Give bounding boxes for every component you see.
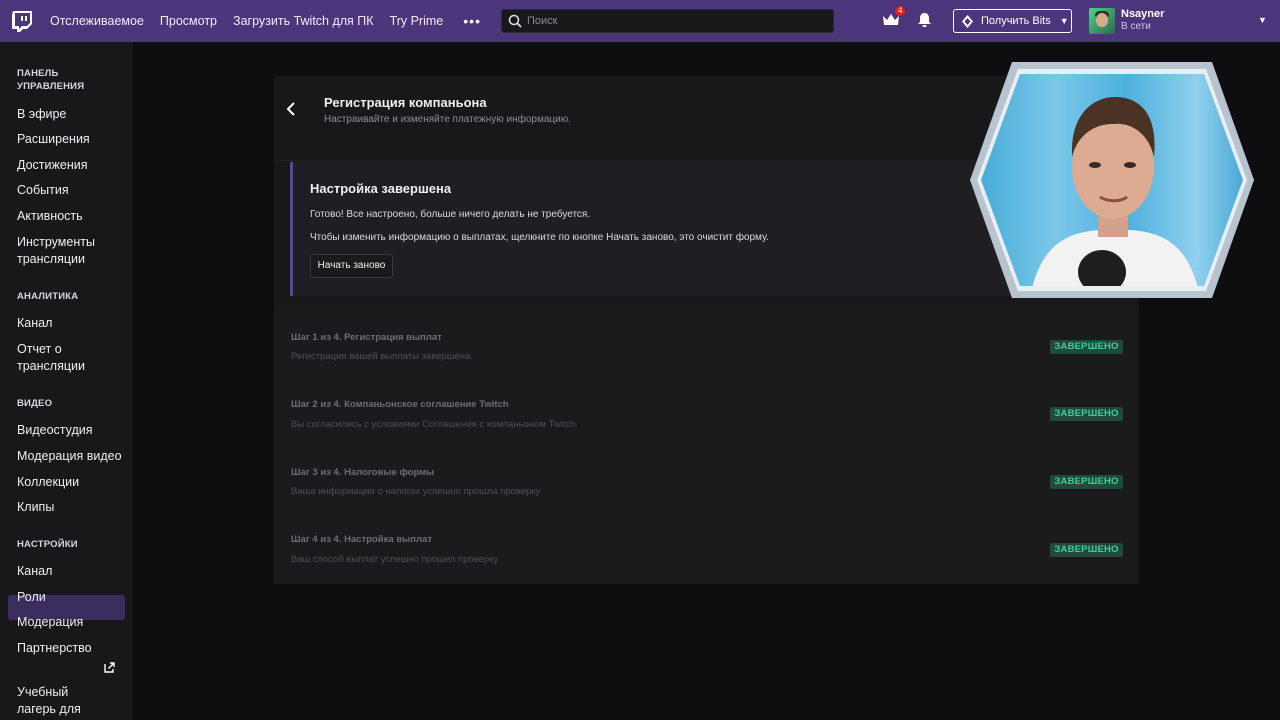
search-box[interactable] (500, 9, 834, 33)
step-4-title: Шаг 4 из 4. Настройка выплат (291, 534, 432, 545)
search-input[interactable] (526, 15, 817, 27)
step-3-description: Ваша информация о налогах успешно прошла… (291, 486, 541, 497)
sidebar-item-roles[interactable]: Роли (17, 589, 46, 606)
sidebar-item-live[interactable]: В эфире (17, 106, 66, 123)
user-status: В сети (1121, 21, 1151, 32)
search-icon (508, 14, 522, 28)
step-2-status-badge: ЗАВЕРШЕНО (1050, 407, 1123, 421)
user-menu-chevron-icon[interactable]: ▼ (1258, 15, 1267, 25)
more-menu-icon[interactable]: ••• (463, 13, 481, 29)
sidebar-item-stream-tools[interactable]: Инструменты трансляции (17, 234, 117, 268)
get-bits-label: Получить Bits (981, 15, 1051, 27)
step-3-title: Шаг 3 из 4. Налоговые формы (291, 467, 435, 478)
twitch-logo-icon[interactable] (11, 10, 33, 32)
webcam-overlay (970, 62, 1254, 298)
sidebar-item-extensions[interactable]: Расширения (17, 131, 90, 148)
step-4-status-badge: ЗАВЕРШЕНО (1050, 543, 1123, 557)
step-3-status-badge: ЗАВЕРШЕНО (1050, 475, 1123, 489)
step-1-description: Регистрация вашей выплаты завершена. (291, 351, 473, 362)
setup-complete-instructions: Чтобы изменить информацию о выплатах, ще… (310, 232, 769, 243)
sidebar-item-video-studio[interactable]: Видеостудия (17, 422, 93, 439)
chevron-down-icon: ▼ (1059, 16, 1069, 26)
avatar[interactable] (1089, 8, 1115, 34)
nav-download-app[interactable]: Загрузить Twitch для ПК (233, 14, 374, 28)
top-navigation: Отслеживаемое Просмотр Загрузить Twitch … (0, 0, 1280, 42)
bits-icon (962, 14, 973, 28)
sidebar-item-stream-report[interactable]: Отчет о трансляции (17, 341, 97, 375)
step-2-description: Вы согласились с условиями Соглашения с … (291, 419, 579, 430)
sidebar-item-collections[interactable]: Коллекции (17, 474, 79, 491)
step-1-status-badge: ЗАВЕРШЕНО (1050, 340, 1123, 354)
sidebar-item-events[interactable]: События (17, 182, 69, 199)
sidebar-section-settings: НАСТРОЙКИ (17, 539, 78, 550)
nav-browse[interactable]: Просмотр (160, 14, 217, 28)
external-link-icon (104, 662, 115, 673)
user-name[interactable]: Nsayner (1121, 8, 1164, 20)
sidebar-item-channel-analytics[interactable]: Канал (17, 315, 52, 332)
page-title: Регистрация компаньона (324, 95, 487, 110)
nav-try-prime[interactable]: Try Prime (390, 14, 444, 28)
sidebar-item-moderation[interactable]: Модерация (17, 614, 83, 631)
back-arrow-icon[interactable] (286, 101, 296, 117)
nav-following[interactable]: Отслеживаемое (50, 14, 144, 28)
page-subtitle: Настраивайте и изменяйте платежную инфор… (324, 114, 572, 125)
notifications-bell-icon[interactable] (917, 12, 932, 28)
sidebar-item-clips[interactable]: Клипы (17, 499, 54, 516)
sidebar-section-analytics: АНАЛИТИКА (17, 291, 79, 302)
step-1-title: Шаг 1 из 4. Регистрация выплат (291, 332, 442, 343)
sidebar-section-video: ВИДЕО (17, 398, 53, 409)
sidebar-item-bootcamp-line1[interactable]: Учебный (17, 684, 68, 701)
setup-complete-title: Настройка завершена (310, 181, 452, 196)
setup-complete-message: Готово! Все настроено, больше ничего дел… (310, 209, 591, 220)
sidebar-section-dashboard-line2: УПРАВЛЕНИЯ (17, 81, 85, 92)
sidebar-item-channel-settings[interactable]: Канал (17, 563, 52, 580)
sidebar-item-activity[interactable]: Активность (17, 208, 83, 225)
get-bits-button[interactable]: Получить Bits ▼ (953, 9, 1072, 33)
sidebar-item-video-moderation[interactable]: Модерация видео (17, 448, 122, 465)
step-2-title: Шаг 2 из 4. Компаньонское соглашение Twi… (291, 399, 509, 410)
sidebar-item-bootcamp-line2[interactable]: лагерь для (17, 701, 81, 718)
step-4-description: Ваш способ выплат успешно прошел проверк… (291, 554, 499, 565)
sidebar-section-dashboard-line1: ПАНЕЛЬ (17, 68, 59, 79)
sidebar-item-partnership[interactable]: Партнерство (17, 640, 92, 657)
sidebar-item-achievements[interactable]: Достижения (17, 157, 87, 174)
start-over-button[interactable]: Начать заново (310, 254, 393, 278)
